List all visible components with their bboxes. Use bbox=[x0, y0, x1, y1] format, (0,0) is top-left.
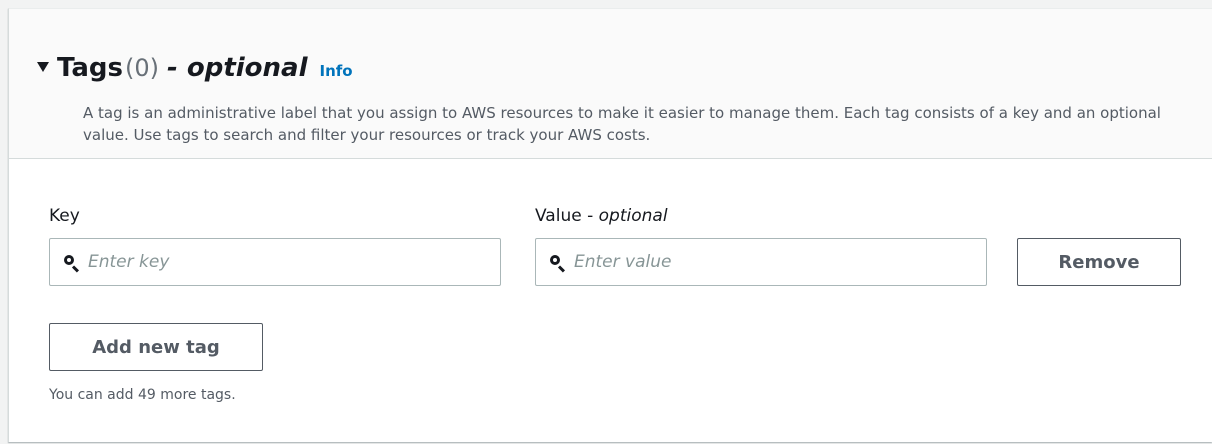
info-link[interactable]: Info bbox=[320, 62, 353, 80]
remove-button[interactable]: Remove bbox=[1017, 238, 1181, 286]
tags-title: Tags bbox=[57, 53, 124, 83]
tags-description: A tag is an administrative label that yo… bbox=[83, 104, 1161, 144]
value-input[interactable] bbox=[574, 252, 986, 272]
tags-optional-label: - optional bbox=[167, 53, 308, 83]
tags-count: (0) bbox=[125, 54, 160, 82]
add-new-tag-button[interactable]: Add new tag bbox=[49, 323, 263, 371]
tags-header: Tags (0) - optional Info A tag is an adm… bbox=[9, 9, 1212, 159]
value-input-wrapper[interactable] bbox=[535, 238, 987, 286]
key-input[interactable] bbox=[88, 252, 500, 272]
key-label: Key bbox=[49, 206, 80, 226]
tag-limit-text: You can add 49 more tags. bbox=[49, 387, 236, 403]
value-label: Value - optional bbox=[535, 206, 668, 226]
caret-down-icon[interactable] bbox=[37, 62, 49, 72]
search-icon bbox=[550, 255, 566, 273]
tags-panel: Tags (0) - optional Info A tag is an adm… bbox=[8, 8, 1212, 442]
value-label-text: Value - bbox=[535, 206, 599, 226]
value-label-optional: optional bbox=[598, 206, 668, 226]
key-input-wrapper[interactable] bbox=[49, 238, 501, 286]
tags-title-row[interactable]: Tags (0) - optional Info bbox=[37, 53, 353, 83]
key-label-text: Key bbox=[49, 206, 80, 226]
search-icon bbox=[64, 255, 80, 273]
